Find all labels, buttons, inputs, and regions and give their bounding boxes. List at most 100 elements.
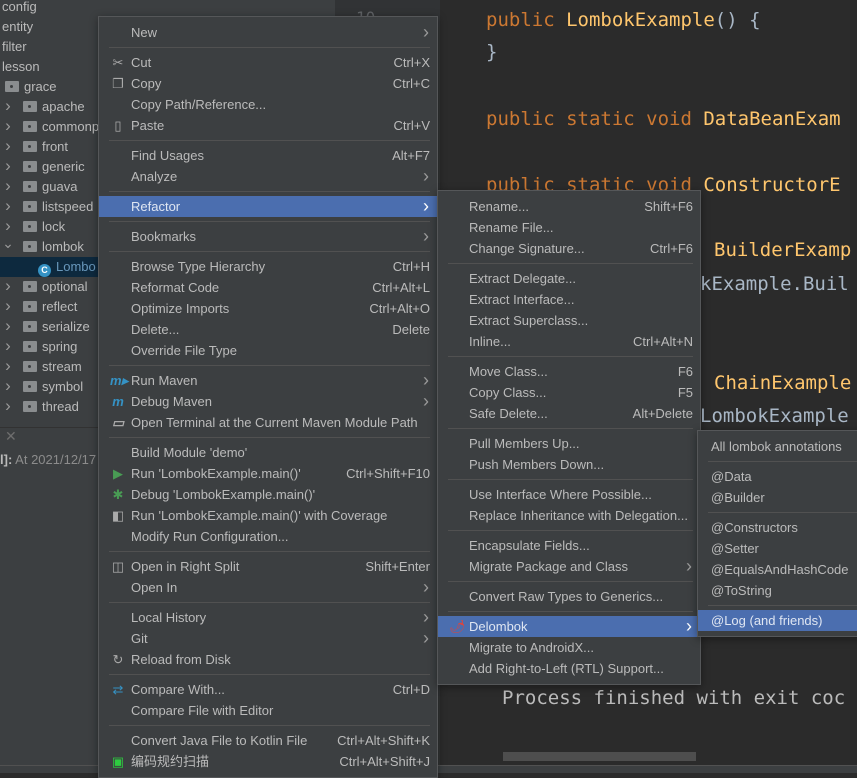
menu-item-delombok[interactable]: 🌶 Delombok ›: [438, 616, 700, 637]
menu-item-compare-with[interactable]: ⇄ Compare With... Ctrl+D: [99, 679, 437, 700]
menu-item-bookmarks[interactable]: Bookmarks ›: [99, 226, 437, 247]
tree-item-label: optional: [42, 279, 88, 294]
menu-item-migrate-package-and-class[interactable]: Migrate Package and Class ›: [438, 556, 700, 577]
tree-item-filter[interactable]: filter: [2, 37, 27, 57]
menu-item-convert-java-file-to-kotlin-file[interactable]: Convert Java File to Kotlin File Ctrl+Alt…: [99, 730, 437, 751]
tree-item-entity[interactable]: entity: [2, 17, 33, 37]
menu-item-local-history[interactable]: Local History ›: [99, 607, 437, 628]
menu-item-find-usages[interactable]: Find Usages Alt+F7: [99, 145, 437, 166]
chevron-right-icon[interactable]: ›: [0, 376, 16, 396]
chevron-right-icon[interactable]: ›: [0, 196, 16, 216]
console-horizontal-scrollbar[interactable]: [503, 752, 696, 761]
menu-item-copy[interactable]: ❐ Copy Ctrl+C: [99, 73, 437, 94]
menu-item-extract-interface[interactable]: Extract Interface...: [438, 289, 700, 310]
chevron-right-icon[interactable]: ›: [0, 316, 16, 336]
menu-item-optimize-imports[interactable]: Optimize Imports Ctrl+Alt+O: [99, 298, 437, 319]
chevron-down-icon[interactable]: ⌄: [0, 233, 16, 253]
menu-separator: [99, 433, 437, 442]
menu-item-open-in-right-split[interactable]: ◫ Open in Right Split Shift+Enter: [99, 556, 437, 577]
tree-item-stream[interactable]: › stream: [5, 356, 82, 377]
menu-item-reformat-code[interactable]: Reformat Code Ctrl+Alt+L: [99, 277, 437, 298]
menu-item-open-in[interactable]: Open In ›: [99, 577, 437, 598]
chevron-right-icon[interactable]: ›: [0, 176, 16, 196]
menu-item-equalsandhashcode[interactable]: @EqualsAndHashCode: [698, 559, 857, 580]
menu-item-run-lombokexample-main[interactable]: ▶ Run 'LombokExample.main()' Ctrl+Shift+F1…: [99, 463, 437, 484]
menu-item-change-signature[interactable]: Change Signature... Ctrl+F6: [438, 238, 700, 259]
menu-item-data[interactable]: @Data: [698, 466, 857, 487]
context-menu: New › ✂ Cut Ctrl+X ❐ Copy Ctrl+C Copy Path/Refer…: [98, 16, 438, 778]
tree-item-spring[interactable]: › spring: [5, 336, 77, 357]
menu-item-migrate-to-androidx[interactable]: Migrate to AndroidX...: [438, 637, 700, 658]
menu-item-push-members-down[interactable]: Push Members Down...: [438, 454, 700, 475]
chevron-right-icon[interactable]: ›: [0, 96, 16, 116]
tree-item-config[interactable]: config: [2, 0, 37, 17]
menu-item-rename-file[interactable]: Rename File...: [438, 217, 700, 238]
menu-item-item[interactable]: ▣ 编码规约扫描 Ctrl+Alt+Shift+J: [99, 751, 437, 772]
chevron-right-icon[interactable]: ›: [0, 156, 16, 176]
menu-item-compare-file-with-editor[interactable]: Compare File with Editor: [99, 700, 437, 721]
menu-item-inline[interactable]: Inline... Ctrl+Alt+N: [438, 331, 700, 352]
menu-item-setter[interactable]: @Setter: [698, 538, 857, 559]
tree-item-lock[interactable]: › lock: [5, 216, 65, 237]
tree-item-generic[interactable]: › generic: [5, 156, 84, 177]
tree-item-lesson[interactable]: lesson: [2, 57, 40, 77]
tree-item-listspeed[interactable]: › listspeed: [5, 196, 93, 217]
menu-item-paste[interactable]: ▯ Paste Ctrl+V: [99, 115, 437, 136]
tree-item-lombok[interactable]: ⌄ lombok: [2, 235, 84, 257]
chevron-right-icon[interactable]: ›: [0, 276, 16, 296]
chevron-right-icon[interactable]: ›: [0, 396, 16, 416]
tree-item-front[interactable]: › front: [5, 136, 68, 157]
menu-item-safe-delete[interactable]: Safe Delete... Alt+Delete: [438, 403, 700, 424]
tree-item-apache[interactable]: › apache: [5, 96, 85, 117]
menu-item-extract-superclass[interactable]: Extract Superclass...: [438, 310, 700, 331]
menu-item-rename[interactable]: Rename... Shift+F6: [438, 196, 700, 217]
menu-item-delete[interactable]: Delete... Delete: [99, 319, 437, 340]
menu-item-refactor[interactable]: Refactor ›: [99, 196, 437, 217]
menu-item-run-lombokexample-main-with-coverage[interactable]: ◧ Run 'LombokExample.main()' with Coverag…: [99, 505, 437, 526]
menu-item-reload-from-disk[interactable]: ↻ Reload from Disk: [99, 649, 437, 670]
menu-item-debug-lombokexample-main[interactable]: ✱ Debug 'LombokExample.main()': [99, 484, 437, 505]
tree-item-symbol[interactable]: › symbol: [5, 376, 83, 397]
close-icon[interactable]: ✕: [5, 428, 17, 445]
menu-item-encapsulate-fields[interactable]: Encapsulate Fields...: [438, 535, 700, 556]
menu-item-build-module-demo[interactable]: Build Module 'demo': [99, 442, 437, 463]
chevron-right-icon[interactable]: ›: [0, 336, 16, 356]
menu-item-new[interactable]: New ›: [99, 22, 437, 43]
chevron-right-icon[interactable]: ›: [0, 356, 16, 376]
menu-item-add-right-to-left-rtl-support[interactable]: Add Right-to-Left (RTL) Support...: [438, 658, 700, 679]
menu-item-convert-raw-types-to-generics[interactable]: Convert Raw Types to Generics...: [438, 586, 700, 607]
menu-item-all-lombok-annotations[interactable]: All lombok annotations: [698, 436, 857, 457]
menu-item-run-maven[interactable]: m▸ Run Maven ›: [99, 370, 437, 391]
menu-item-copy-class[interactable]: Copy Class... F5: [438, 382, 700, 403]
menu-item-replace-inheritance-with-delegation[interactable]: Replace Inheritance with Delegation...: [438, 505, 700, 526]
menu-item-debug-maven[interactable]: m Debug Maven ›: [99, 391, 437, 412]
menu-item-analyze[interactable]: Analyze ›: [99, 166, 437, 187]
menu-item-override-file-type[interactable]: Override File Type: [99, 340, 437, 361]
tree-item-label: thread: [42, 399, 79, 414]
tree-item-grace[interactable]: grace: [5, 77, 57, 97]
menu-item-modify-run-configuration[interactable]: Modify Run Configuration...: [99, 526, 437, 547]
chevron-right-icon[interactable]: ›: [0, 136, 16, 156]
menu-item-tostring[interactable]: @ToString: [698, 580, 857, 601]
tree-item-optional[interactable]: › optional: [5, 276, 88, 297]
tree-item-reflect[interactable]: › reflect: [5, 296, 77, 317]
menu-item-builder[interactable]: @Builder: [698, 487, 857, 508]
tree-item-serialize[interactable]: › serialize: [5, 316, 90, 337]
menu-item-browse-type-hierarchy[interactable]: Browse Type Hierarchy Ctrl+H: [99, 256, 437, 277]
menu-item-move-class[interactable]: Move Class... F6: [438, 361, 700, 382]
chevron-right-icon[interactable]: ›: [0, 116, 16, 136]
chevron-right-icon[interactable]: ›: [0, 296, 16, 316]
tree-item-guava[interactable]: › guava: [5, 176, 77, 197]
menu-item-log-and-friends[interactable]: @Log (and friends): [698, 610, 857, 631]
tree-item-thread[interactable]: › thread: [5, 396, 79, 417]
menu-item-git[interactable]: Git ›: [99, 628, 437, 649]
menu-item-use-interface-where-possible[interactable]: Use Interface Where Possible...: [438, 484, 700, 505]
menu-item-label: Debug 'LombokExample.main()': [131, 487, 316, 502]
menu-item-constructors[interactable]: @Constructors: [698, 517, 857, 538]
menu-item-pull-members-up[interactable]: Pull Members Up...: [438, 433, 700, 454]
menu-item-cut[interactable]: ✂ Cut Ctrl+X: [99, 52, 437, 73]
menu-item-extract-delegate[interactable]: Extract Delegate...: [438, 268, 700, 289]
menu-item-open-terminal-at-the-current-maven-module-path[interactable]: ▭ Open Terminal at the Current Maven Modu…: [99, 412, 437, 433]
menu-item-copy-path-reference[interactable]: Copy Path/Reference...: [99, 94, 437, 115]
tree-item-commonp[interactable]: › commonp: [5, 116, 99, 137]
